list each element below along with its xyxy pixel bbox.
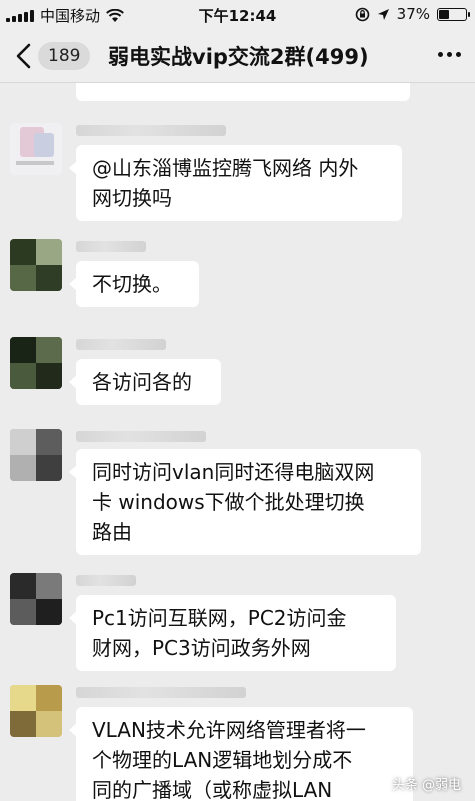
message-bubble[interactable] xyxy=(76,83,410,101)
battery-icon xyxy=(437,7,470,21)
avatar[interactable] xyxy=(10,123,62,175)
unread-count-badge[interactable]: 189 xyxy=(38,42,91,70)
avatar[interactable] xyxy=(10,573,62,625)
chevron-left-icon[interactable] xyxy=(10,41,40,71)
page-title: 弱电实战vip交流2群(499) xyxy=(108,45,369,69)
more-dots-icon[interactable] xyxy=(438,52,461,57)
battery-percent: 37% xyxy=(396,5,430,23)
chat-message-list[interactable]: @山东淄博监控腾飞网络 内外 网切换吗 不切换。 各访问各的 同时访问vlan同… xyxy=(0,83,475,801)
sender-name xyxy=(76,125,226,136)
avatar[interactable] xyxy=(10,429,62,481)
location-arrow-icon xyxy=(377,8,389,20)
message-bubble[interactable]: VLAN技术允许网络管理者将一 个物理的LAN逻辑地划分成不 同的广播域（或称虚… xyxy=(69,707,413,801)
status-right: 37% xyxy=(355,5,470,23)
sender-name xyxy=(76,339,166,350)
avatar[interactable] xyxy=(10,239,62,291)
chat-header: 189 弱电实战vip交流2群(499) xyxy=(0,28,475,83)
battery-level xyxy=(439,9,450,19)
watermark: 头条 @弱电 xyxy=(391,778,461,793)
sender-name xyxy=(76,241,146,252)
message-bubble[interactable]: Pc1访问互联网，PC2访问金 财网，PC3访问政务外网 xyxy=(69,595,396,671)
message-bubble[interactable]: 同时访问vlan同时还得电脑双网 卡 windows下做个批处理切换 路由 xyxy=(69,449,421,555)
message-bubble[interactable]: @山东淄博监控腾飞网络 内外 网切换吗 xyxy=(69,145,402,221)
message-bubble[interactable]: 各访问各的 xyxy=(69,359,221,405)
rotation-lock-icon xyxy=(355,7,369,21)
avatar[interactable] xyxy=(10,337,62,389)
status-bar: 中国移动 下午12:44 37% xyxy=(0,0,475,28)
sender-name xyxy=(76,687,246,698)
sender-name xyxy=(76,575,136,586)
sender-name xyxy=(76,431,206,442)
message-bubble[interactable]: 不切换。 xyxy=(69,261,199,307)
avatar[interactable] xyxy=(10,685,62,737)
